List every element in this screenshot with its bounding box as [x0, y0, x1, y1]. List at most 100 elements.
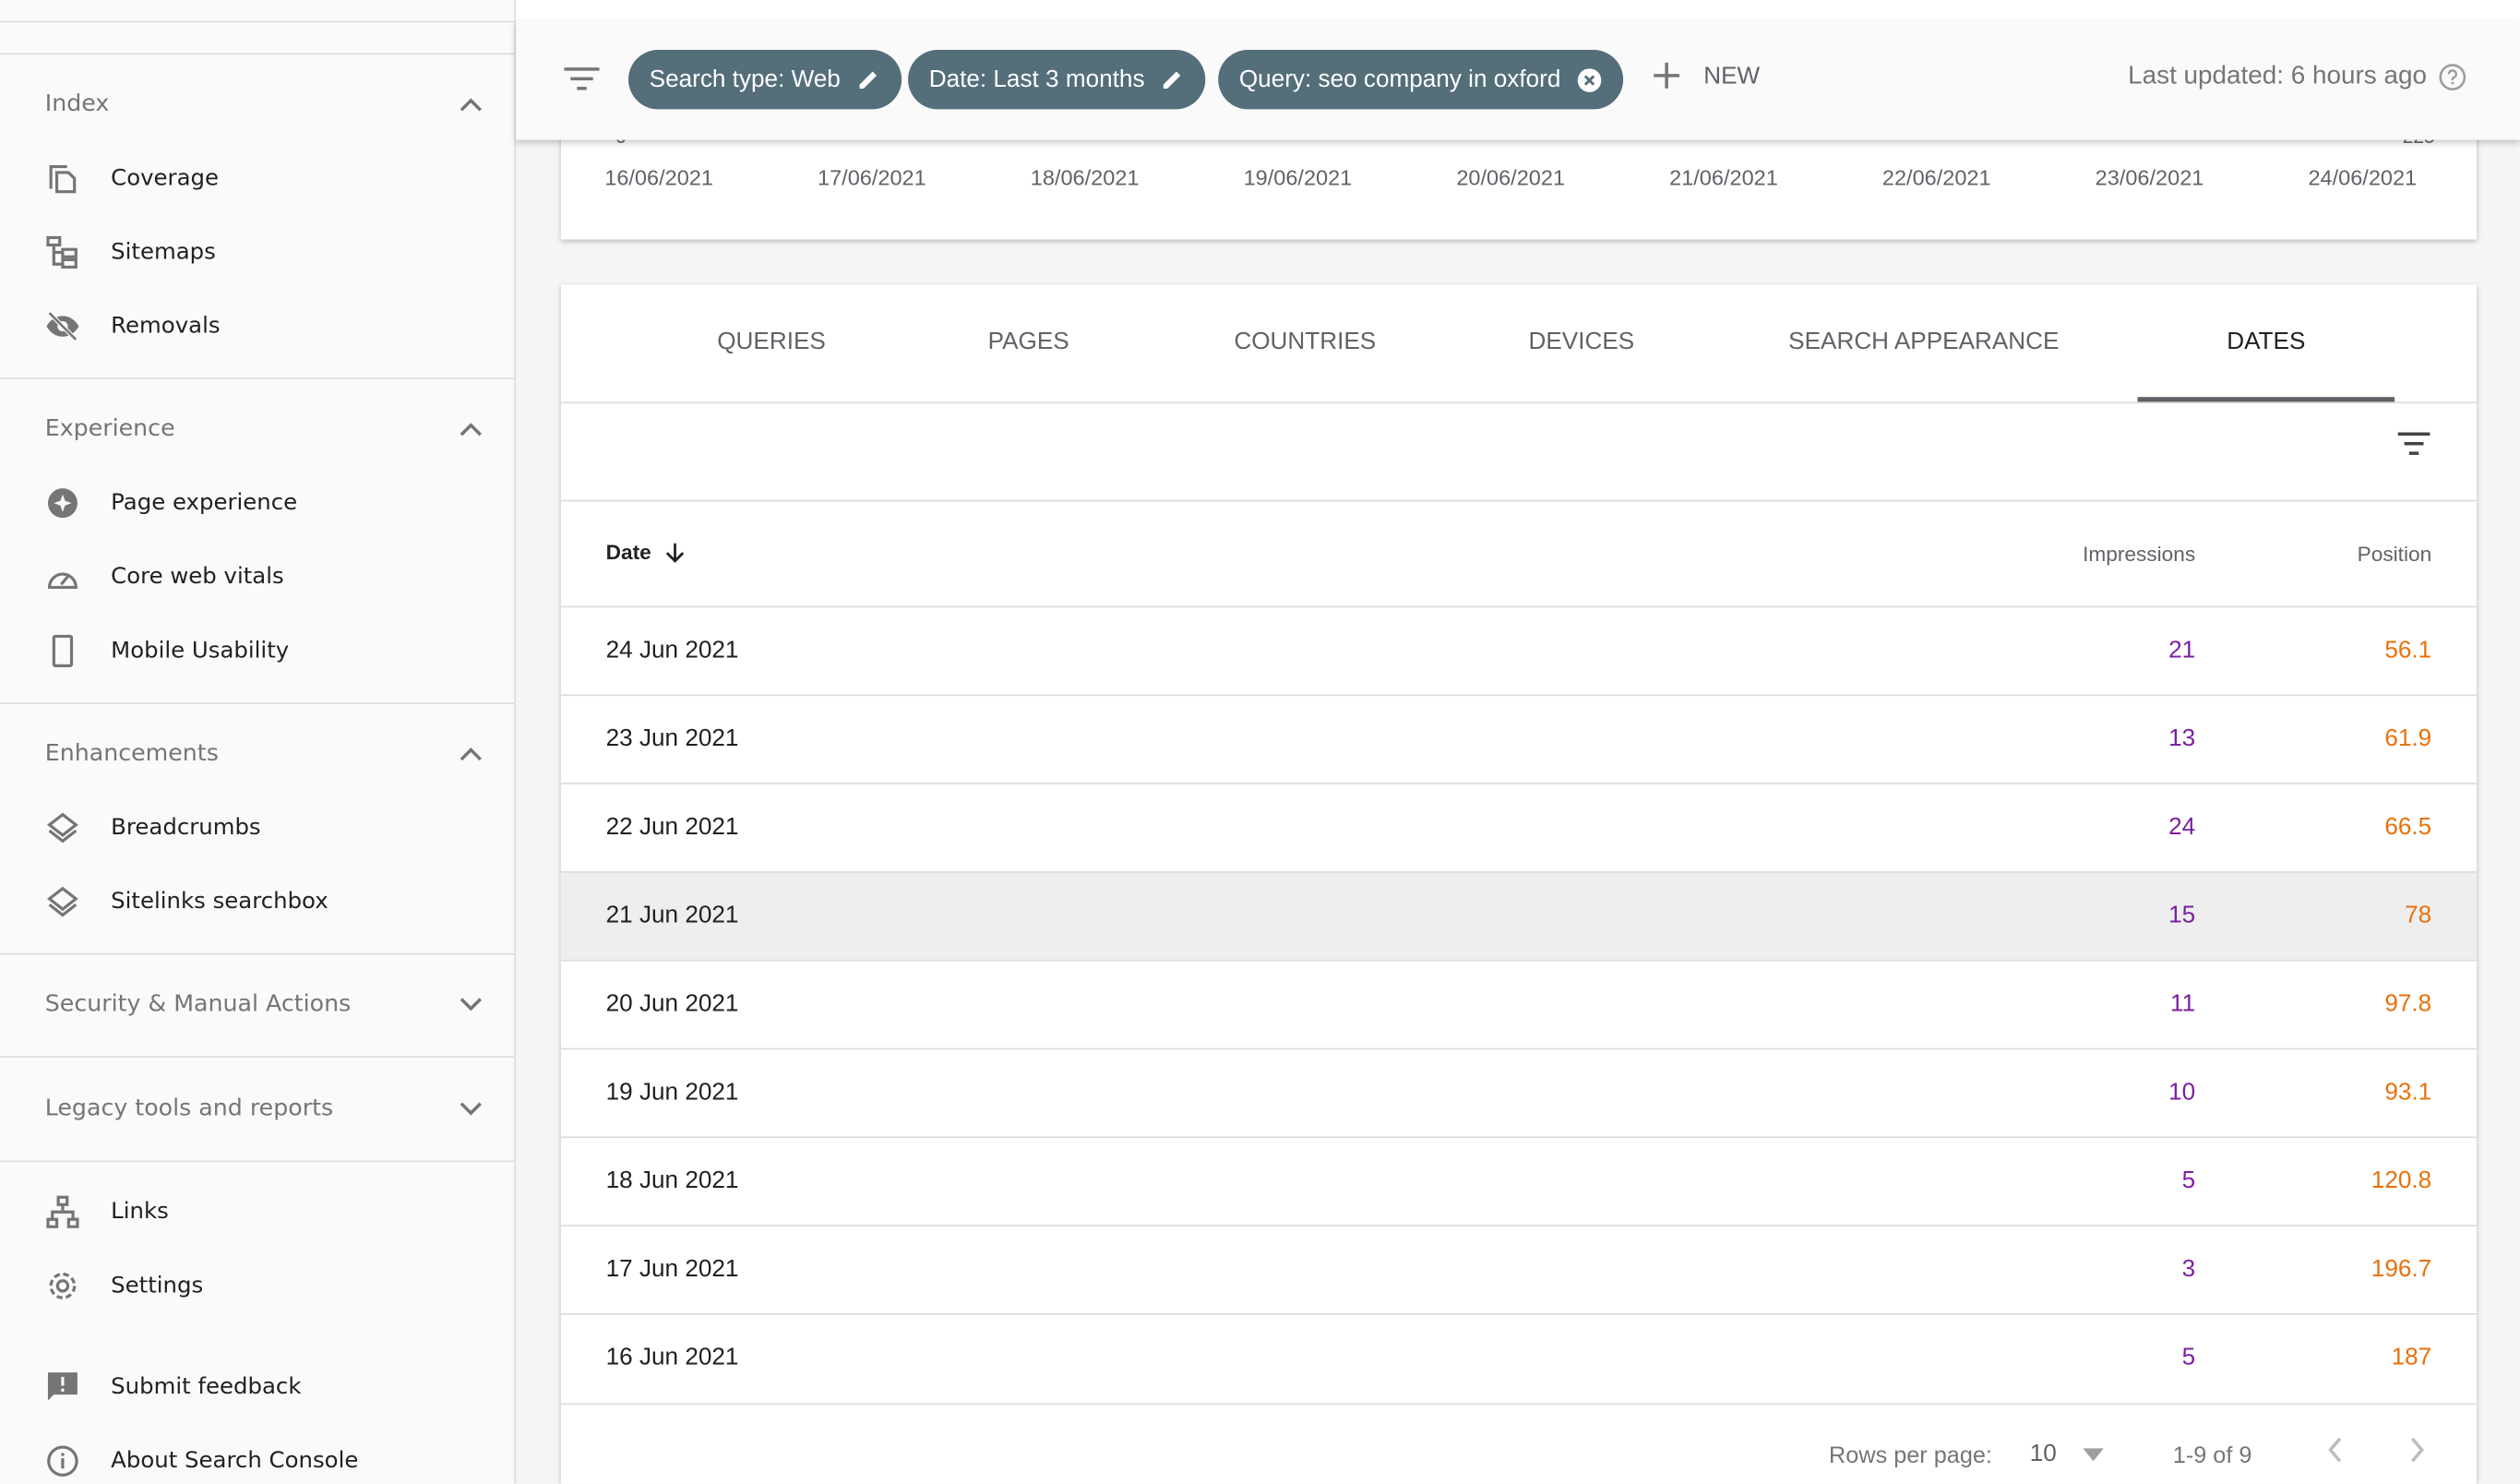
last-updated-text: Last updated: 6 hours ago	[2128, 62, 2427, 90]
divider	[0, 702, 515, 704]
table-filter-icon[interactable]	[2397, 431, 2430, 457]
coverage-icon	[49, 164, 77, 194]
item-label: Sitelinks searchbox	[111, 889, 328, 916]
table-row[interactable]: 24 Jun 2021 21 56.1	[560, 605, 2477, 695]
date-cell: 21 Jun 2021	[605, 902, 739, 929]
table-row[interactable]: 18 Jun 2021 5 120.8	[560, 1136, 2477, 1225]
section-label: Security & Manual Actions	[44, 991, 352, 1018]
table-row[interactable]: 21 Jun 2021 15 78	[560, 871, 2477, 960]
date-column-header[interactable]: Date	[606, 540, 687, 564]
divider	[0, 952, 515, 955]
sidebar-item-links[interactable]: Links	[45, 1183, 496, 1241]
impressions-cell: 5	[2181, 1344, 2196, 1371]
active-tab-indicator	[2137, 397, 2395, 402]
divider	[0, 20, 515, 23]
sidebar-item-about[interactable]: About Search Console	[45, 1432, 496, 1484]
position-cell: 66.5	[2384, 813, 2432, 841]
item-label: Settings	[111, 1273, 204, 1299]
divider	[0, 53, 515, 55]
x-axis-tick-label: 16/06/2021	[604, 165, 713, 190]
table-header: Date Impressions Position	[560, 499, 2477, 608]
table-row[interactable]: 22 Jun 2021 24 66.5	[560, 783, 2477, 871]
item-label: Removals	[111, 313, 221, 340]
item-label: Page experience	[111, 490, 298, 517]
sidebar-item-submit-feedback[interactable]: Submit feedback	[45, 1358, 496, 1417]
sidebar-item-settings[interactable]: Settings	[45, 1257, 496, 1315]
section-experience[interactable]: Experience	[45, 416, 483, 442]
item-label: Sitemaps	[111, 239, 216, 266]
page-experience-icon	[47, 488, 78, 519]
filter-chip-query[interactable]: Query: seo company in oxford	[1218, 49, 1624, 110]
date-cell: 16 Jun 2021	[605, 1344, 739, 1371]
tab-dates[interactable]: DATES	[2227, 284, 2305, 400]
impressions-cell: 5	[2181, 1167, 2196, 1195]
x-axis-tick-label: 19/06/2021	[1243, 165, 1353, 190]
sidebar-item-breadcrumbs[interactable]: Breadcrumbs	[45, 799, 496, 857]
impressions-cell: 11	[2170, 989, 2196, 1018]
impressions-cell: 24	[2168, 813, 2196, 841]
table-row[interactable]: 16 Jun 2021 5 187	[560, 1312, 2477, 1402]
sidebar-item-removals[interactable]: Removals	[45, 297, 496, 355]
impressions-column-header[interactable]: Impressions	[2083, 542, 2195, 566]
filter-icon[interactable]	[564, 65, 600, 93]
rows-per-page-value: 10	[2029, 1440, 2057, 1468]
sidebar-item-coverage[interactable]: Coverage	[45, 150, 496, 208]
section-legacy-tools[interactable]: Legacy tools and reports	[45, 1096, 483, 1122]
table-row[interactable]: 23 Jun 2021 13 61.9	[560, 694, 2477, 783]
eye-off-icon	[46, 311, 79, 341]
position-cell: 61.9	[2384, 724, 2432, 753]
new-filter-button[interactable]: NEW	[1652, 61, 1760, 90]
item-label: Links	[111, 1199, 169, 1226]
pagination-range: 1-9 of 9	[2172, 1443, 2252, 1469]
chevron-right-icon[interactable]	[2409, 1437, 2425, 1463]
tab-search-appearance[interactable]: SEARCH APPEARANCE	[1788, 284, 2059, 400]
x-axis-tick-label: 18/06/2021	[1030, 165, 1140, 190]
sidebar-item-sitelinks-searchbox[interactable]: Sitelinks searchbox	[45, 873, 496, 931]
date-cell: 17 Jun 2021	[605, 1255, 739, 1283]
section-label: Enhancements	[44, 740, 219, 767]
arrow-down-icon	[666, 542, 685, 562]
close-circle-icon[interactable]	[1577, 66, 1603, 92]
filter-chip-date[interactable]: Date: Last 3 months	[908, 49, 1206, 110]
x-axis-tick-label: 24/06/2021	[2308, 165, 2418, 190]
tab-pages[interactable]: PAGES	[988, 284, 1069, 400]
section-security[interactable]: Security & Manual Actions	[44, 991, 483, 1018]
pagination: Rows per page: 10 1-9 of 9	[560, 1403, 2477, 1484]
info-icon	[47, 1445, 78, 1477]
date-cell: 18 Jun 2021	[605, 1167, 739, 1195]
help-icon[interactable]	[2438, 63, 2466, 91]
table-row[interactable]: 20 Jun 2021 11 97.8	[560, 959, 2477, 1048]
item-label: Mobile Usability	[111, 638, 290, 664]
x-axis-tick-label: 22/06/2021	[1881, 165, 1991, 190]
x-axis-tick-label: 17/06/2021	[818, 165, 926, 190]
section-index[interactable]: Index	[45, 91, 483, 117]
date-cell: 22 Jun 2021	[605, 813, 739, 841]
edit-icon[interactable]	[856, 67, 880, 91]
gear-icon	[49, 1272, 77, 1299]
position-cell: 93.1	[2384, 1078, 2432, 1107]
sidebar-item-mobile-usability[interactable]: Mobile Usability	[45, 622, 496, 680]
tab-queries[interactable]: QUERIES	[717, 284, 826, 400]
section-label: Experience	[44, 416, 175, 442]
chevron-down-icon	[460, 998, 482, 1011]
filter-bar: Search type: Web Date: Last 3 months Que…	[516, 20, 2520, 140]
table-row[interactable]: 17 Jun 2021 3 196.7	[560, 1225, 2477, 1313]
date-cell: 19 Jun 2021	[605, 1078, 739, 1107]
position-column-header[interactable]: Position	[2358, 542, 2432, 566]
sidebar-item-sitemaps[interactable]: Sitemaps	[45, 223, 496, 281]
section-label: Index	[44, 91, 110, 118]
table-row[interactable]: 19 Jun 2021 10 93.1	[560, 1047, 2477, 1137]
edit-icon[interactable]	[1161, 67, 1185, 91]
x-axis-tick-label: 20/06/2021	[1456, 165, 1566, 190]
tab-countries[interactable]: COUNTRIES	[1234, 284, 1376, 400]
filter-chip-search-type[interactable]: Search type: Web	[628, 49, 902, 110]
sidebar-item-core-web-vitals[interactable]: Core web vitals	[45, 548, 496, 606]
tab-devices[interactable]: DEVICES	[1528, 284, 1634, 400]
sitemaps-icon	[46, 235, 78, 269]
sidebar-item-page-experience[interactable]: Page experience	[45, 474, 496, 533]
rows-per-page-select[interactable]: 10	[2029, 1440, 2104, 1468]
chip-label: Date: Last 3 months	[928, 66, 1145, 94]
section-enhancements[interactable]: Enhancements	[45, 741, 483, 767]
chevron-up-icon	[460, 98, 482, 112]
chevron-left-icon[interactable]	[2327, 1437, 2343, 1463]
